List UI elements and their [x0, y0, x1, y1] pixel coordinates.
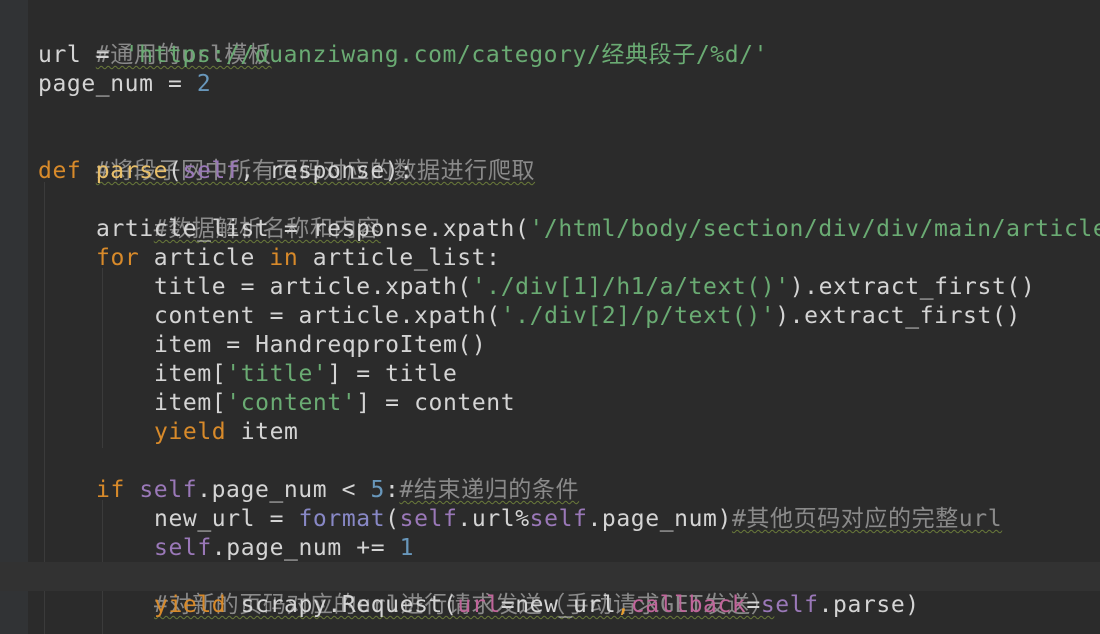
code-token: = [746, 592, 761, 618]
code-line: item['content'] = content [154, 389, 515, 418]
code-token: article [139, 245, 270, 271]
code-token: item[ [154, 390, 227, 416]
code-token: .page_num += [211, 535, 400, 561]
code-line: #将段子网中所有页码对应的数据进行爬取 [38, 128, 535, 184]
code-token: scrapy.Request( [226, 592, 458, 618]
code-line: yield scrapy.Request(url=new_url,callbac… [154, 591, 920, 620]
code-keyword: yield [154, 592, 227, 618]
code-token: ] = title [327, 361, 458, 387]
code-token: page_num = [38, 71, 197, 97]
code-line: for article in article_list: [96, 244, 501, 273]
code-line: item['title'] = title [154, 360, 457, 389]
code-line: self.page_num += 1 [154, 534, 414, 563]
indent-guide [102, 268, 103, 448]
code-number: 5 [370, 477, 385, 503]
code-function-name: parse [95, 158, 169, 184]
code-comment: #其他页码对应的完整url [731, 506, 1003, 532]
code-line: item = HandreqproItem() [154, 331, 486, 360]
code-line: title = article.xpath('./div[1]/h1/a/tex… [154, 273, 1035, 302]
code-self: self [154, 535, 212, 561]
code-token: content = article.xpath( [154, 303, 501, 329]
code-self: self [529, 506, 588, 532]
code-line: content = article.xpath('./div[2]/p/text… [154, 302, 1021, 331]
editor-gutter [0, 0, 28, 634]
code-self: self [760, 592, 819, 618]
code-editor[interactable]: #通用的url模板 url = 'https://duanziwang.com/… [0, 0, 1100, 634]
code-kwarg: url [457, 592, 501, 618]
code-self: self [182, 158, 241, 184]
code-keyword: for [96, 245, 140, 271]
code-token: article_list: [298, 245, 501, 271]
code-line: if self.page_num < 5:#结束递归的条件 [96, 476, 579, 505]
code-string: 'https://duanziwang.com/category/经典段子/%d… [124, 42, 769, 68]
code-token: : [384, 477, 400, 503]
code-token: ( [385, 506, 400, 532]
code-token: .page_num) [587, 506, 732, 532]
code-line: page_num = 2 [38, 70, 211, 99]
code-token: ( [168, 158, 183, 184]
code-line: url = 'https://duanziwang.com/category/经… [38, 41, 768, 70]
code-keyword: if [96, 477, 125, 503]
code-kwarg: callback [630, 592, 747, 618]
code-line: yield item [154, 418, 299, 447]
code-token: item[ [154, 361, 227, 387]
code-keyword: def [38, 158, 96, 184]
code-keyword: yield [154, 419, 227, 445]
code-number: 2 [196, 71, 212, 97]
code-string: './div[2]/p/text()' [500, 303, 776, 329]
code-line: article_list = response.xpath('/html/bod… [96, 215, 1100, 244]
code-token: ).extract_first() [775, 303, 1021, 329]
code-token: ).extract_first() [789, 274, 1036, 300]
code-line: def parse(self, response): [38, 157, 414, 186]
code-token: ] = content [356, 390, 516, 416]
code-line: #数据解析名称和内容 [96, 186, 381, 242]
code-self: self [124, 477, 198, 503]
code-builtin: format [298, 506, 386, 532]
code-string: '/html/body/section/div/div/main/article… [529, 216, 1100, 242]
code-string: 'content' [226, 390, 357, 416]
code-comment: #结束递归的条件 [399, 477, 580, 503]
code-token: , [616, 592, 631, 618]
code-string: './div[1]/h1/a/text()' [471, 274, 790, 300]
code-token: article_list = response.xpath( [96, 216, 530, 242]
code-token: item [226, 419, 299, 445]
code-token: .url% [457, 506, 530, 532]
code-line: #通用的url模板 [38, 12, 272, 68]
code-token: title = article.xpath( [154, 274, 472, 300]
code-token: , response): [240, 158, 414, 184]
code-line: new_url = format(self.url%self.page_num)… [154, 505, 1002, 534]
code-self: self [399, 506, 458, 532]
current-line-highlight: #对新的页码对应的url进行请求发送（手动请求GET发送） [0, 562, 1100, 618]
code-token: .parse) [818, 592, 920, 618]
code-string: 'title' [226, 361, 328, 387]
code-token: url = [38, 42, 125, 68]
code-token: =new_url [500, 592, 617, 618]
code-token: item = HandreqproItem() [154, 332, 487, 358]
code-number: 1 [399, 535, 415, 561]
code-token: new_url = [154, 506, 299, 532]
code-keyword: in [269, 245, 299, 271]
code-token: .page_num < [197, 477, 371, 503]
